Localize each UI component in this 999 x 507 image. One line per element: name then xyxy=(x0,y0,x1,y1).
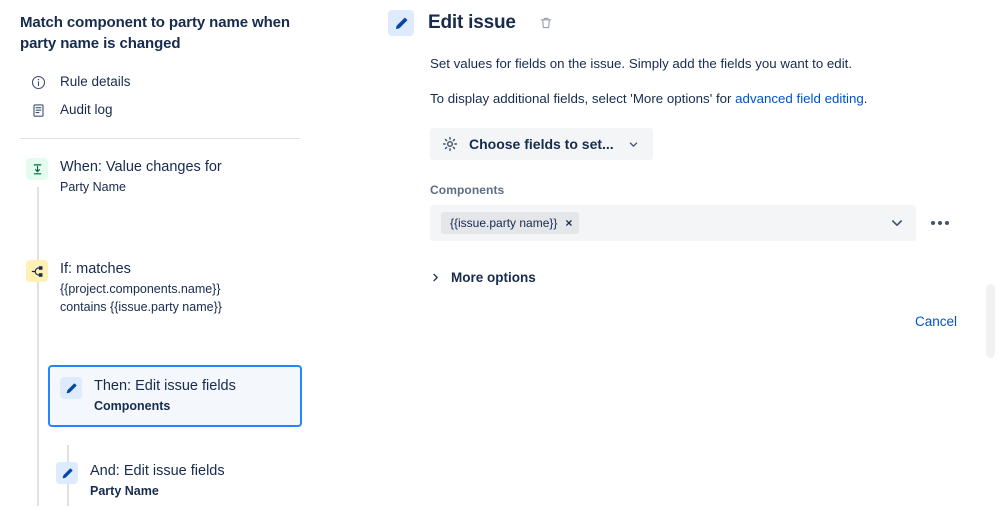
vertical-scrollbar[interactable] xyxy=(986,0,997,507)
pencil-icon xyxy=(60,377,82,399)
step-title: And: Edit issue fields xyxy=(90,463,225,479)
panel-description-2: To display additional fields, select 'Mo… xyxy=(430,89,979,108)
document-list-icon xyxy=(30,102,46,118)
step-subtitle: Components xyxy=(94,399,171,413)
gear-icon xyxy=(442,136,458,152)
trigger-icon xyxy=(26,158,48,180)
rule-step-if[interactable]: If: matches {{project.components.name}} … xyxy=(0,259,380,315)
step-title: If: matches xyxy=(60,261,131,277)
panel-body: Set values for fields on the issue. Simp… xyxy=(380,54,999,329)
more-options-label: More options xyxy=(451,270,536,285)
components-chip: {{issue.party name}} × xyxy=(441,212,580,234)
more-options-toggle[interactable]: More options xyxy=(430,270,536,285)
sidebar-item-label: Rule details xyxy=(60,74,131,89)
sidebar-divider xyxy=(20,138,300,139)
description-prefix: To display additional fields, select 'Mo… xyxy=(430,91,736,106)
edit-issue-panel: Edit issue Set values for fields on the … xyxy=(380,0,999,507)
chevron-down-icon[interactable] xyxy=(889,215,905,231)
step-subtitle: Party Name xyxy=(90,484,159,498)
chevron-down-icon xyxy=(627,138,640,151)
description-suffix: . xyxy=(863,91,868,106)
step-title: When: Value changes for xyxy=(60,159,222,175)
step-text: Then: Edit issue fields Components xyxy=(94,376,236,415)
choose-fields-button[interactable]: Choose fields to set... xyxy=(430,128,653,160)
scrollbar-thumb[interactable] xyxy=(986,284,995,358)
choose-fields-label: Choose fields to set... xyxy=(469,136,614,152)
step-text: If: matches {{project.components.name}} … xyxy=(60,259,222,315)
branch-icon xyxy=(26,260,48,282)
chevron-right-icon xyxy=(430,272,441,283)
dot xyxy=(938,221,942,225)
step-text: And: Edit issue fields Party Name xyxy=(90,461,225,500)
field-more-menu-icon[interactable] xyxy=(928,211,952,235)
rule-sidebar: Match component to party name when party… xyxy=(0,0,380,507)
info-circle-icon xyxy=(30,74,46,90)
advanced-field-editing-link[interactable]: advanced field editing xyxy=(735,91,864,106)
rule-step-when[interactable]: When: Value changes for Party Name xyxy=(0,157,380,196)
dot xyxy=(945,221,949,225)
panel-header: Edit issue xyxy=(380,10,999,36)
trash-icon[interactable] xyxy=(536,13,556,33)
components-field-label: Components xyxy=(430,183,505,197)
rule-step-and[interactable]: And: Edit issue fields Party Name xyxy=(0,461,380,500)
components-field-row: {{issue.party name}} × xyxy=(430,205,979,241)
components-chip-label: {{issue.party name}} xyxy=(450,216,558,230)
pencil-icon xyxy=(56,462,78,484)
dot xyxy=(931,221,935,225)
step-title: Then: Edit issue fields xyxy=(94,378,236,394)
sidebar-item-rule-details[interactable]: Rule details xyxy=(0,68,380,96)
close-icon[interactable]: × xyxy=(565,217,572,229)
panel-footer: Cancel xyxy=(430,314,979,329)
step-subtitle: {{project.components.name}} xyxy=(60,282,221,296)
sidebar-nav: Rule details Audit log xyxy=(0,68,380,124)
components-select[interactable]: {{issue.party name}} × xyxy=(430,205,916,241)
page-title: Match component to party name when party… xyxy=(20,14,290,52)
step-subtitle: Party Name xyxy=(60,180,126,194)
automation-rule-editor: Match component to party name when party… xyxy=(0,0,999,507)
sidebar-item-audit-log[interactable]: Audit log xyxy=(0,96,380,124)
pencil-icon xyxy=(388,10,414,36)
step-text: When: Value changes for Party Name xyxy=(60,157,222,196)
step-subtitle-2: contains {{issue.party name}} xyxy=(60,300,222,314)
panel-title: Edit issue xyxy=(428,12,516,33)
tree-trunk-line xyxy=(37,187,39,506)
rule-step-tree: When: Value changes for Party Name If: m… xyxy=(0,157,380,506)
sidebar-item-label: Audit log xyxy=(60,102,113,117)
cancel-button[interactable]: Cancel xyxy=(915,314,957,329)
panel-description-1: Set values for fields on the issue. Simp… xyxy=(430,56,853,71)
rule-step-then[interactable]: Then: Edit issue fields Components xyxy=(48,365,302,427)
